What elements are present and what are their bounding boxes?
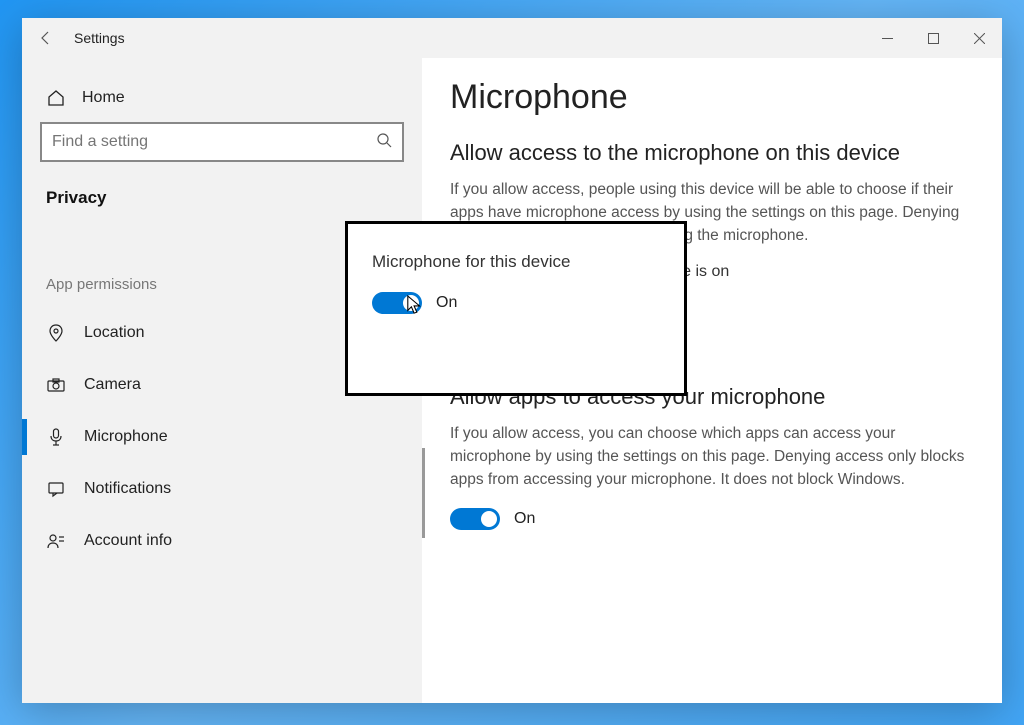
sidebar-section-privacy: Privacy <box>40 180 404 216</box>
maximize-button[interactable] <box>910 18 956 58</box>
window-controls <box>864 18 1002 58</box>
sidebar-item-microphone[interactable]: Microphone <box>22 411 422 463</box>
back-button[interactable] <box>22 18 70 58</box>
section1-title: Allow access to the microphone on this d… <box>450 139 974 168</box>
minimize-button[interactable] <box>864 18 910 58</box>
home-label: Home <box>82 89 125 107</box>
sidebar-item-label: Account info <box>84 532 172 550</box>
search-input[interactable] <box>52 133 376 151</box>
toggle-knob <box>403 295 419 311</box>
apps-access-toggle[interactable] <box>450 508 500 530</box>
home-link[interactable]: Home <box>40 78 404 122</box>
sidebar-item-account-info[interactable]: Account info <box>22 515 422 567</box>
sidebar-item-notifications[interactable]: Notifications <box>22 463 422 515</box>
sidebar-item-label: Location <box>84 324 145 342</box>
sidebar-item-label: Camera <box>84 376 141 394</box>
notifications-icon <box>46 479 66 499</box>
sidebar-item-label: Notifications <box>84 480 171 498</box>
device-access-toggle-label: On <box>436 294 457 312</box>
window-title: Settings <box>70 30 125 46</box>
device-access-toggle-row: On <box>372 292 660 314</box>
apps-access-toggle-row: On <box>450 508 974 530</box>
account-info-icon <box>46 531 66 551</box>
toggle-knob <box>481 511 497 527</box>
sidebar-item-label: Microphone <box>84 428 168 446</box>
close-button[interactable] <box>956 18 1002 58</box>
microphone-device-popup: Microphone for this device On <box>345 221 687 396</box>
location-icon <box>46 323 66 343</box>
arrow-left-icon <box>38 30 54 46</box>
microphone-icon <box>46 427 66 447</box>
search-icon <box>376 132 392 153</box>
home-icon <box>46 88 66 108</box>
camera-icon <box>46 375 66 395</box>
device-access-toggle[interactable] <box>372 292 422 314</box>
page-title: Microphone <box>450 78 974 117</box>
scrollbar[interactable] <box>422 448 425 538</box>
maximize-icon <box>928 33 939 44</box>
apps-access-toggle-label: On <box>514 510 535 528</box>
popup-title: Microphone for this device <box>372 252 660 272</box>
titlebar: Settings <box>22 18 1002 58</box>
search-input-container[interactable] <box>40 122 404 162</box>
minimize-icon <box>882 33 893 44</box>
section2-desc: If you allow access, you can choose whic… <box>450 422 974 492</box>
close-icon <box>974 33 985 44</box>
